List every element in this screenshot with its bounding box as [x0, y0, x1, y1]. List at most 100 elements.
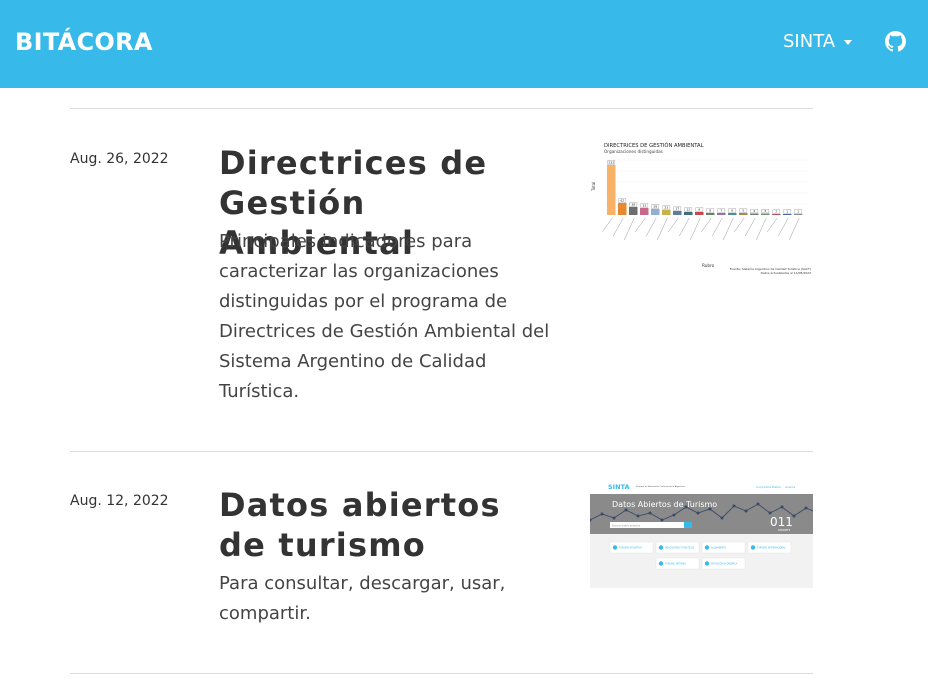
divider — [70, 673, 813, 674]
sinta-dropdown[interactable]: SINTA — [783, 31, 853, 52]
trend-point — [660, 518, 664, 522]
thumb-hero-title: Datos Abiertos de Turismo — [612, 500, 717, 509]
bar — [695, 212, 704, 215]
bar — [662, 210, 671, 215]
thumb-logo-sub: Sistema de Información Turística de la A… — [636, 485, 685, 488]
bar-label: 23 — [664, 206, 668, 210]
bar — [794, 214, 803, 215]
trend-point — [792, 514, 796, 518]
x-tick-label-stub — [690, 217, 701, 241]
github-icon[interactable] — [885, 31, 906, 52]
post-item: Aug. 26, 2022 Directrices de Gestión Amb… — [70, 136, 813, 430]
website-thumbnail: SINTA Sistema de Información Turística d… — [590, 480, 813, 570]
x-tick-label-stub — [767, 217, 778, 233]
thumb-count-label: DATASETS — [778, 529, 791, 532]
bar-label: 1 — [786, 210, 788, 214]
bar — [706, 213, 715, 215]
bar-labels: 232 62 38 33 28 23 17 12 9 8 7 6 5 4 3 2 1 1 — [607, 161, 803, 214]
x-tick-label-stub — [734, 217, 745, 233]
trend-point — [696, 511, 700, 515]
divider — [70, 451, 813, 452]
x-tick-label-stub — [789, 217, 800, 241]
thumb-nav-2: Datos — [772, 485, 781, 489]
x-tick-label-stub — [723, 217, 734, 241]
thumb-updated: Datos actualizados al 11/08/2022 — [761, 271, 811, 275]
x-tick-label-stub — [635, 217, 646, 233]
bar-label: 17 — [675, 207, 679, 211]
post-thumbnail[interactable]: SINTA Sistema de Información Turística d… — [590, 480, 813, 588]
category-icon — [658, 561, 664, 566]
post-thumbnail[interactable]: DIRECTRICES DE GESTIÓN AMBIENTAL Organiz… — [590, 136, 813, 276]
post-description: Para consultar, descargar, usar, compart… — [219, 573, 506, 624]
y-grid — [604, 159, 808, 205]
bar — [761, 213, 770, 215]
post-description: Principales indicadores para caracteriza… — [219, 231, 550, 402]
x-tick-label-stub — [745, 217, 756, 237]
x-tick-label-stub — [657, 217, 668, 241]
brand-link[interactable]: BITÁCORA — [15, 28, 153, 56]
bar-label: 5 — [742, 209, 744, 213]
bar — [629, 207, 638, 215]
thumb-chart-title: DIRECTRICES DE GESTIÓN AMBIENTAL — [604, 142, 704, 149]
navbar: BITÁCORA SINTA — [0, 0, 928, 88]
bar-label: 62 — [620, 199, 624, 203]
trend-point — [780, 505, 784, 509]
thumb-nav-1: Conjuntos — [756, 485, 771, 489]
bar-label: 7 — [720, 209, 722, 213]
bar-label: 1 — [797, 210, 799, 214]
thumb-nav-3: Acerca — [785, 485, 795, 489]
bar-label: 12 — [686, 208, 690, 212]
bar — [673, 211, 682, 215]
bar — [607, 165, 616, 215]
category-icon — [612, 545, 618, 550]
x-tick-label-stub — [613, 217, 624, 237]
bar — [783, 214, 792, 215]
thumb-y-label: Total — [591, 182, 596, 192]
bar — [684, 212, 693, 215]
bar-label: 33 — [642, 204, 646, 208]
category-icon — [658, 545, 664, 550]
bar — [651, 209, 660, 215]
x-tick-label-stub — [712, 217, 723, 237]
caret-down-icon — [844, 40, 853, 45]
bar — [640, 208, 649, 215]
post-title-link[interactable]: Datos abiertos de turismo — [219, 485, 559, 565]
category-label: TURISMO RECEPTIVO — [619, 547, 642, 550]
trend-point — [804, 506, 808, 510]
category-label: ALOJAMIENTO — [711, 547, 726, 550]
bar-label: 4 — [753, 209, 755, 213]
x-tick-label-stub — [679, 217, 690, 237]
bar — [728, 213, 737, 215]
x-tick-label-stub — [602, 217, 613, 233]
category-label: INDICADORES TURISTICOS — [665, 547, 695, 550]
bar — [772, 214, 781, 215]
x-tick-label-stub — [701, 217, 712, 233]
bar-label: 2 — [775, 210, 777, 214]
category-cards: TURISMO RECEPTIVO INDICADORES TURISTICOS A… — [609, 541, 792, 570]
x-tick-label-stub — [668, 217, 679, 233]
bar-label: 38 — [631, 203, 635, 207]
x-tick-label-stub — [646, 217, 657, 237]
trend-point — [672, 513, 676, 517]
trend-point — [600, 512, 604, 516]
trend-point — [732, 504, 736, 508]
category-icon — [704, 561, 710, 566]
thumb-logo: SINTA — [608, 483, 630, 491]
category-icon — [704, 545, 710, 550]
trend-point — [720, 516, 724, 520]
trend-point — [648, 511, 652, 515]
x-tick-label-stub — [624, 217, 635, 241]
bar — [618, 203, 627, 215]
bar-label: 9 — [698, 208, 700, 212]
bar-label: 8 — [709, 209, 711, 213]
trend-point — [744, 509, 748, 513]
bar — [739, 213, 748, 215]
post-date: Aug. 12, 2022 — [70, 493, 169, 509]
trend-point — [756, 502, 760, 506]
category-label: SITUACION ECONOMICA — [711, 563, 738, 566]
trend-point — [636, 514, 640, 518]
category-label: TURISMO INTERNACIONAL — [757, 547, 786, 550]
bar-label: 6 — [731, 209, 733, 213]
sinta-dropdown-label: SINTA — [783, 31, 836, 52]
bar-label: 232 — [608, 161, 614, 165]
